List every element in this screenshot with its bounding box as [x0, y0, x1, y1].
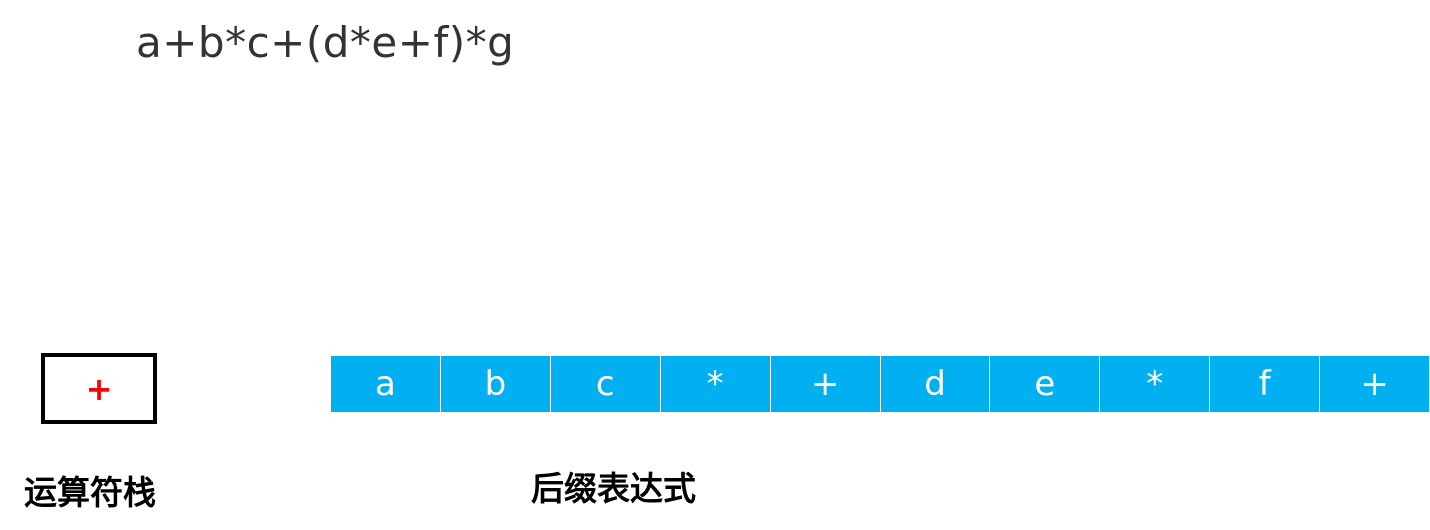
- stack-item: +: [85, 369, 113, 408]
- postfix-cell: *: [1100, 356, 1211, 412]
- postfix-cell: f: [1210, 356, 1321, 412]
- operator-stack-label: 运算符栈: [24, 473, 156, 512]
- postfix-cell: b: [440, 356, 551, 412]
- postfix-cell: d: [880, 356, 991, 412]
- operator-stack: +: [41, 353, 157, 424]
- postfix-cell: c: [550, 356, 661, 412]
- postfix-cell: *: [660, 356, 771, 412]
- postfix-cell: +: [770, 356, 881, 412]
- postfix-cell: e: [990, 356, 1101, 412]
- postfix-cell: a: [331, 356, 441, 412]
- postfix-expression-label: 后缀表达式: [531, 469, 696, 508]
- postfix-expression: a b c * + d e * f +: [331, 356, 1430, 412]
- infix-expression: a+b*c+(d*e+f)*g: [136, 18, 515, 67]
- postfix-cell: +: [1320, 356, 1430, 412]
